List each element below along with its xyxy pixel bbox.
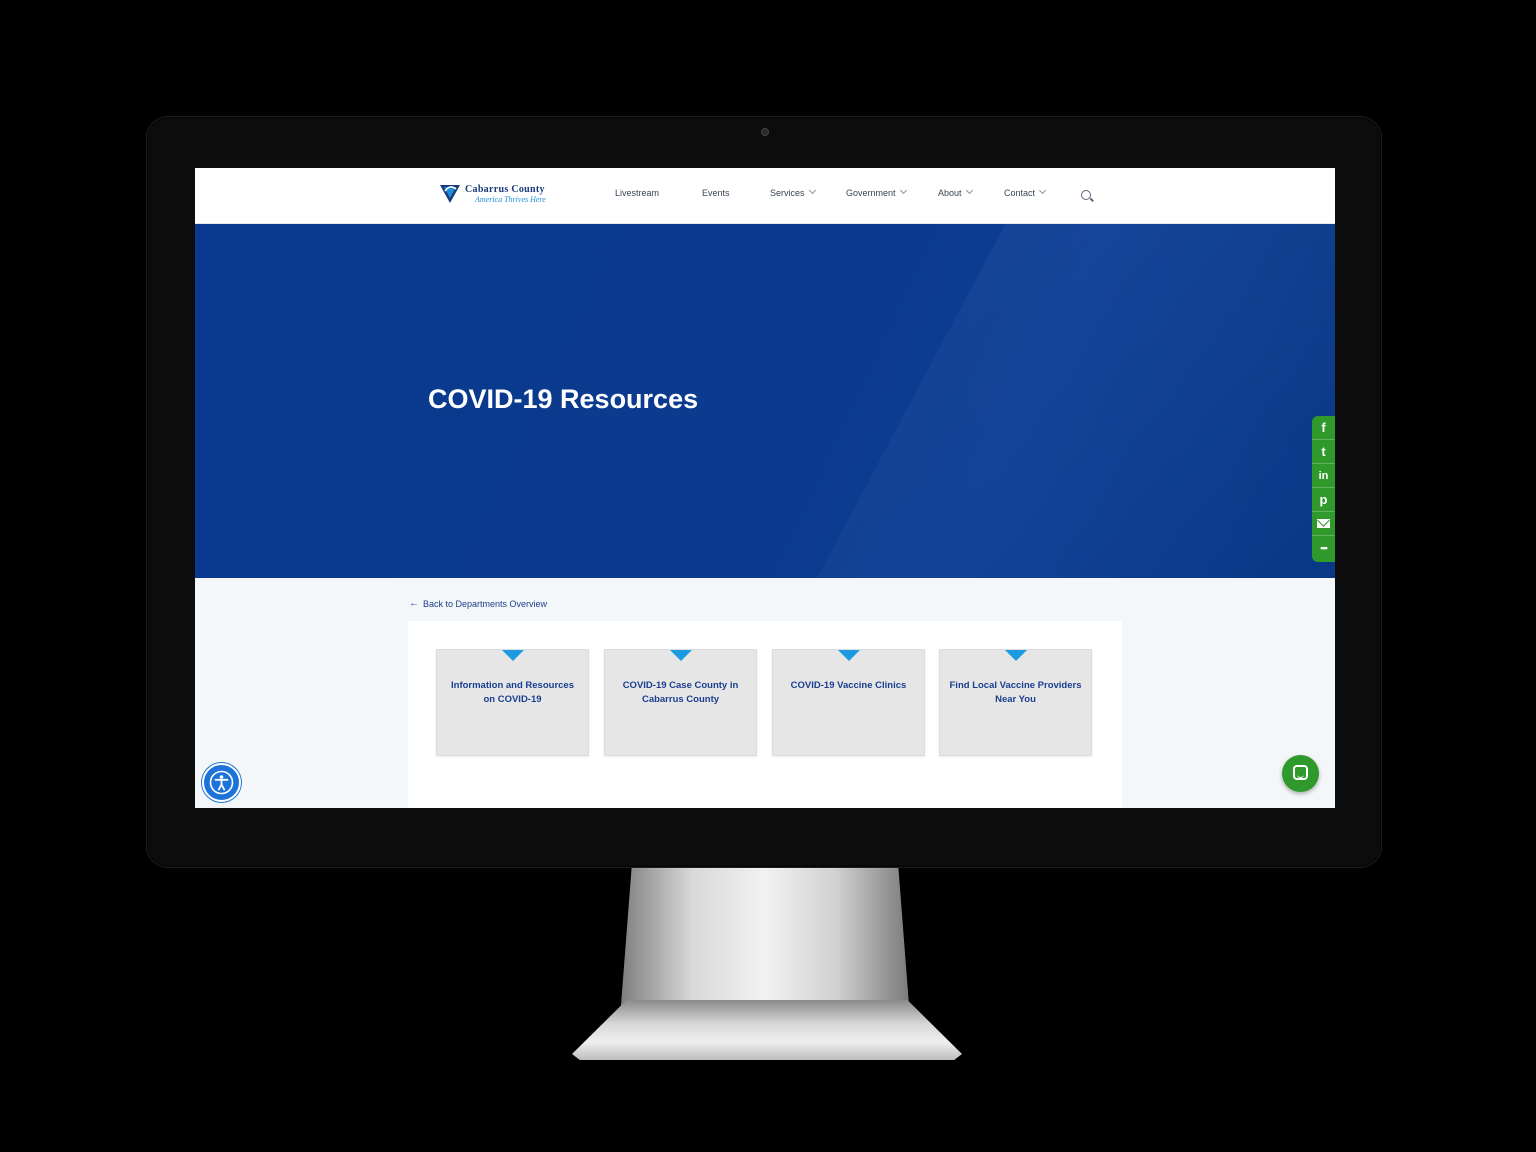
nav-item-livestream[interactable]: Livestream	[615, 188, 659, 198]
nav-item-events[interactable]: Events	[702, 188, 730, 198]
nav-item-label: Contact	[1004, 188, 1036, 198]
email-icon	[1317, 519, 1330, 528]
chat-icon	[1293, 765, 1308, 780]
site-header: Cabarrus County America Thrives Here Liv…	[195, 168, 1335, 224]
resource-card[interactable]: COVID-19 Vaccine Clinics	[772, 649, 925, 756]
arrow-left-icon: ←	[409, 598, 419, 609]
back-to-departments-link[interactable]: ← Back to Departments Overview	[409, 598, 547, 609]
chevron-down-icon	[899, 186, 907, 194]
nav-item-label: Livestream	[615, 188, 660, 198]
pinterest-icon: p	[1319, 492, 1328, 507]
monitor-mockup: Cabarrus County America Thrives Here Liv…	[0, 0, 1536, 1152]
nav-item-about[interactable]: About	[938, 186, 973, 198]
chevron-down-icon	[808, 186, 816, 194]
triangle-marker-icon	[1005, 650, 1027, 661]
nav-item-label: About	[938, 188, 962, 198]
resource-card-label: Find Local Vaccine Providers Near You	[949, 680, 1082, 705]
back-link-label: Back to Departments Overview	[423, 598, 548, 609]
chat-button[interactable]	[1282, 755, 1319, 792]
nav-item-contact[interactable]: Contact	[1004, 186, 1047, 198]
nav-item-services[interactable]: Services	[770, 186, 816, 198]
chevron-down-icon	[965, 186, 973, 194]
social-share-bar: f t in p •••	[1312, 416, 1335, 562]
linkedin-share-button[interactable]: in	[1312, 464, 1335, 488]
resource-card[interactable]: Find Local Vaccine Providers Near You	[939, 649, 1092, 756]
nav-item-government[interactable]: Government	[846, 186, 907, 198]
nav-item-label: Services	[770, 188, 805, 198]
twitter-icon: t	[1321, 444, 1326, 459]
resource-card[interactable]: Information and Resources on COVID-19	[436, 649, 589, 756]
monitor-stand-neck	[620, 868, 910, 1018]
linkedin-icon: in	[1318, 469, 1329, 482]
resource-cards-panel: Information and Resources on COVID-19 COV…	[408, 621, 1122, 808]
chevron-down-icon	[1038, 186, 1047, 194]
accessibility-button[interactable]	[202, 763, 241, 802]
hero-banner: COVID-19 Resources	[195, 224, 1335, 578]
triangle-marker-icon	[670, 650, 692, 661]
county-logo-icon	[440, 185, 460, 203]
nav-item-label: Government	[846, 188, 896, 198]
logo-tagline: America Thrives Here	[475, 195, 546, 204]
search-icon[interactable]	[1081, 190, 1091, 200]
browser-viewport: Cabarrus County America Thrives Here Liv…	[195, 168, 1335, 808]
triangle-marker-icon	[502, 650, 524, 661]
facebook-icon: f	[1321, 420, 1326, 435]
logo-title: Cabarrus County	[465, 184, 545, 195]
triangle-marker-icon	[838, 650, 860, 661]
more-icon: •••	[1320, 543, 1328, 553]
monitor-stand-foot	[572, 1000, 962, 1060]
site-logo[interactable]: Cabarrus County America Thrives Here	[439, 182, 555, 206]
resource-card[interactable]: COVID-19 Case County in Cabarrus County	[604, 649, 757, 756]
page-title: COVID-19 Resources	[428, 384, 699, 414]
resource-card-label: Information and Resources on COVID-19	[451, 680, 574, 705]
accessibility-icon	[209, 770, 234, 795]
facebook-share-button[interactable]: f	[1312, 416, 1335, 440]
pinterest-share-button[interactable]: p	[1312, 488, 1335, 512]
nav-item-label: Events	[702, 188, 730, 198]
resource-card-label: COVID-19 Case County in Cabarrus County	[622, 680, 739, 705]
email-share-button[interactable]	[1312, 512, 1335, 536]
camera-icon	[761, 128, 769, 136]
twitter-share-button[interactable]: t	[1312, 440, 1335, 464]
more-share-button[interactable]: •••	[1312, 536, 1335, 560]
resource-card-label: COVID-19 Vaccine Clinics	[790, 680, 907, 691]
